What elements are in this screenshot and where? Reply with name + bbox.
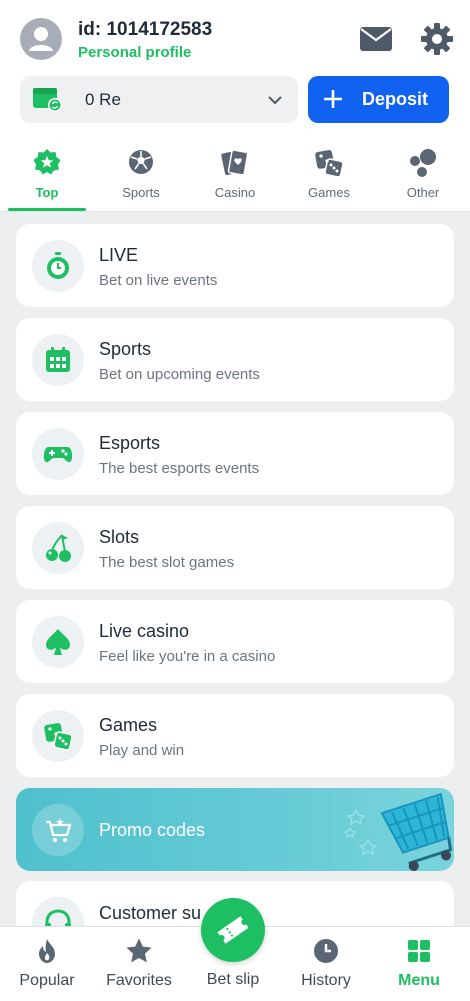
menu-item-subtitle: The best esports events	[99, 460, 260, 477]
tab-label: Other	[406, 185, 440, 200]
menu-item-live-casino[interactable]: Live casino Feel like you're in a casino	[16, 600, 454, 683]
menu-item-slots[interactable]: Slots The best slot games	[16, 506, 454, 589]
mail-icon[interactable]	[358, 22, 394, 56]
dice-icon	[313, 147, 345, 179]
menu-item-title: Esports	[99, 433, 161, 453]
tab-label: Top	[35, 185, 59, 200]
promo-title: Promo codes	[99, 820, 206, 840]
tab-other[interactable]: Other	[383, 143, 463, 211]
menu-item-subtitle: Bet on upcoming events	[99, 366, 260, 383]
active-tab-indicator	[8, 208, 86, 211]
nav-label: Popular	[19, 972, 75, 989]
menu-item-promo-codes[interactable]: Promo codes	[16, 788, 454, 871]
cart-icon	[32, 804, 84, 856]
tab-sports[interactable]: Sports	[101, 143, 181, 211]
menu-item-live[interactable]: LIVE Bet on live events	[16, 224, 454, 307]
balance-selector[interactable]: 0 Re	[20, 76, 298, 123]
stopwatch-icon	[32, 240, 84, 292]
bet-slip-button[interactable]	[201, 898, 265, 962]
menu-item-title: Slots	[99, 527, 140, 547]
spade-icon	[32, 616, 84, 668]
dice-icon	[32, 710, 84, 762]
chevron-down-icon	[266, 91, 284, 114]
menu-item-sports[interactable]: Sports Bet on upcoming events	[16, 318, 454, 401]
grid-icon	[405, 937, 433, 965]
menu-item-title: Sports	[99, 339, 152, 359]
plus-icon	[322, 88, 344, 115]
nav-label: Menu	[398, 972, 440, 989]
nav-history[interactable]: History	[281, 927, 371, 1001]
calendar-icon	[32, 334, 84, 386]
tab-label: Games	[308, 185, 350, 200]
user-avatar-icon[interactable]	[20, 18, 62, 60]
tab-label: Casino	[214, 185, 256, 200]
menu-item-title: Live casino	[99, 621, 190, 641]
soccer-ball-icon	[125, 147, 157, 179]
balance-value: 0 Re	[85, 90, 121, 109]
deposit-label: Deposit	[362, 89, 429, 109]
shopping-basket-icon	[343, 788, 454, 871]
tab-top[interactable]: Top	[7, 143, 87, 211]
deposit-button[interactable]: Deposit	[308, 76, 449, 123]
flame-icon	[33, 937, 61, 965]
menu-item-title: LIVE	[99, 245, 139, 265]
tab-label: Sports	[122, 185, 160, 200]
tab-games[interactable]: Games	[289, 143, 369, 211]
menu-item-subtitle: Feel like you're in a casino	[99, 648, 276, 665]
menu-item-games[interactable]: Games Play and win	[16, 694, 454, 777]
clock-icon	[312, 937, 340, 965]
star-badge-icon	[31, 147, 63, 179]
menu-item-subtitle: Play and win	[99, 742, 185, 759]
nav-favorites[interactable]: Favorites	[94, 927, 184, 1001]
bubbles-icon	[407, 147, 439, 179]
user-id: id: 1014172583	[78, 19, 213, 40]
header: id: 1014172583 Personal profile 0 Re Dep…	[0, 0, 470, 212]
personal-profile-link[interactable]: Personal profile	[78, 44, 191, 61]
playing-card-icon	[219, 147, 251, 179]
tab-casino[interactable]: Casino	[195, 143, 275, 211]
menu-item-subtitle: Bet on live events	[99, 272, 218, 289]
cherries-icon	[32, 522, 84, 574]
menu-item-esports[interactable]: Esports The best esports events	[16, 412, 454, 495]
menu-item-title: Customer su	[99, 903, 202, 923]
gear-icon[interactable]	[420, 22, 456, 58]
menu-item-title: Games	[99, 715, 158, 735]
nav-menu[interactable]: Menu	[374, 927, 464, 1001]
menu-item-subtitle: The best slot games	[99, 554, 235, 571]
gamepad-icon	[32, 428, 84, 480]
star-icon	[125, 937, 153, 965]
nav-label: History	[301, 972, 351, 989]
nav-popular[interactable]: Popular	[2, 927, 92, 1001]
nav-label: Favorites	[106, 972, 172, 989]
nav-label[interactable]: Bet slip	[188, 971, 278, 989]
wallet-icon	[32, 85, 64, 118]
